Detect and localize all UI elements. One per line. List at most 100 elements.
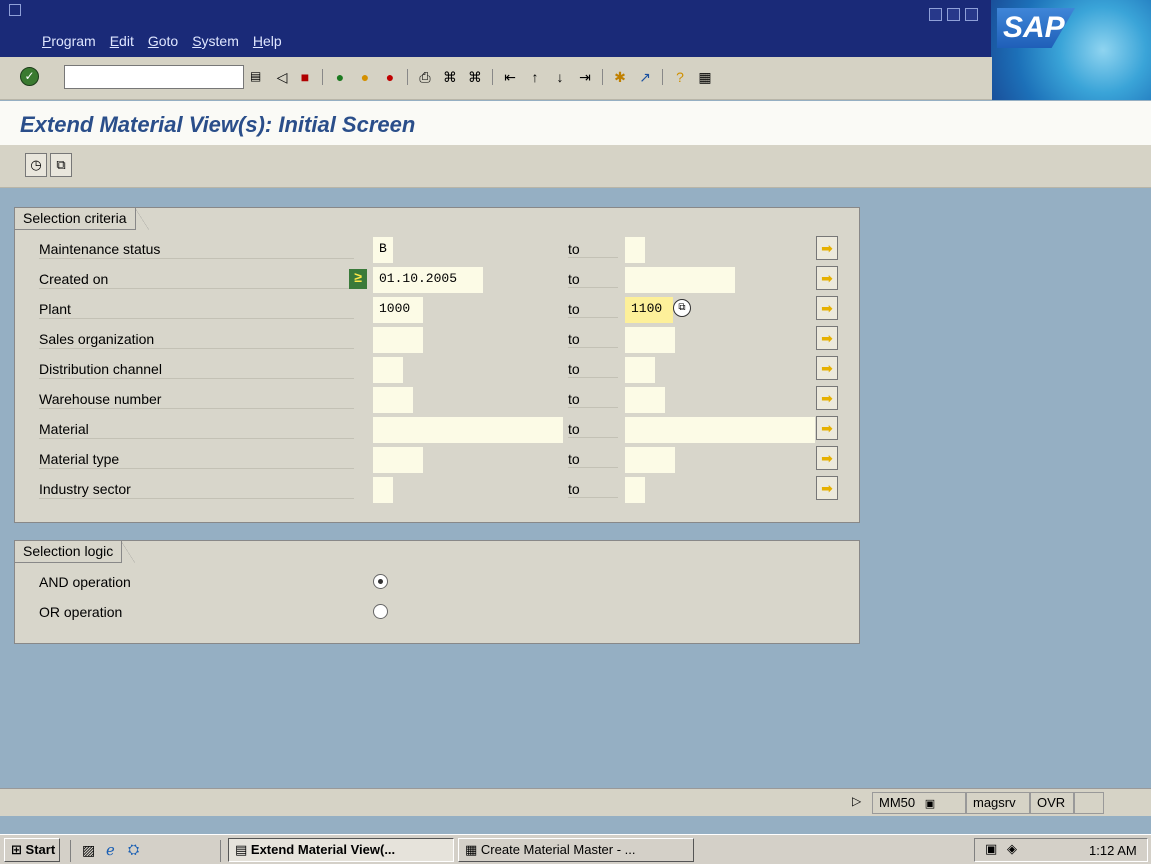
label-and-operation: AND operation (39, 574, 131, 590)
system-info-icon[interactable]: ▣ (925, 798, 935, 810)
multiple-selection-button[interactable]: ➡ (816, 416, 838, 440)
transaction-code: MM50 (879, 795, 916, 810)
clock-icon: ◷ (30, 157, 42, 172)
menu-help[interactable]: Help (253, 33, 282, 49)
industry-sector-low[interactable] (373, 477, 393, 503)
row-created-on: Created on ≥ 01.10.2005 to ➡ (33, 266, 853, 293)
arrow-left-icon[interactable]: ◁ (272, 67, 292, 87)
back-icon[interactable]: ● (330, 67, 350, 87)
find-next-icon[interactable]: ⌘ (465, 67, 485, 87)
industry-sector-high[interactable] (625, 477, 645, 503)
status-spare (1074, 792, 1104, 814)
menu-program[interactable]: Program (42, 33, 96, 49)
to-label: to (568, 241, 618, 258)
multiple-selection-button[interactable]: ➡ (816, 386, 838, 410)
selection-option-icon[interactable]: ≥ (349, 269, 367, 289)
enter-check-icon[interactable]: ✓ (20, 67, 39, 86)
label-or-operation: OR operation (39, 604, 123, 620)
command-field[interactable] (64, 65, 244, 89)
previous-page-icon[interactable]: ↑ (525, 67, 545, 87)
status-expand-icon[interactable]: ▷ (852, 794, 861, 808)
multiple-selection-button[interactable]: ➡ (816, 356, 838, 380)
start-button[interactable]: ⊞ Start (4, 838, 60, 862)
sales-organization-low[interactable] (373, 327, 423, 353)
warehouse-number-low[interactable] (373, 387, 413, 413)
to-label: to (568, 421, 618, 438)
windows-taskbar: ⊞ Start ▨ ℯ ⛭ ▤ Extend Material View(...… (0, 834, 1151, 864)
sales-organization-high[interactable] (625, 327, 675, 353)
maximize-button[interactable] (947, 8, 960, 21)
command-history-icon[interactable]: ▤ (250, 69, 264, 85)
network-icon[interactable]: ▣ (985, 841, 997, 857)
to-label: to (568, 451, 618, 468)
maintenance-status-low[interactable]: B (373, 237, 393, 263)
label-plant: Plant (39, 301, 354, 319)
label-warehouse-number: Warehouse number (39, 391, 354, 409)
clock: 1:12 AM (1089, 843, 1137, 858)
row-industry-sector: Industry sector to ➡ (33, 476, 853, 503)
distribution-channel-low[interactable] (373, 357, 403, 383)
execute-button[interactable]: ◷ (25, 153, 47, 177)
warehouse-number-high[interactable] (625, 387, 665, 413)
distribution-channel-high[interactable] (625, 357, 655, 383)
maintenance-status-high[interactable] (625, 237, 645, 263)
tray-shield-icon[interactable]: ◈ (1007, 841, 1017, 857)
multiple-selection-button[interactable]: ➡ (816, 446, 838, 470)
layout-menu-icon[interactable]: ▦ (695, 67, 715, 87)
label-material-type: Material type (39, 451, 354, 469)
system-menu-icon[interactable] (9, 4, 21, 16)
selection-criteria-title: Selection criteria (15, 208, 148, 230)
task-extend-material-view[interactable]: ▤ Extend Material View(... (228, 838, 454, 862)
row-distribution-channel: Distribution channel to ➡ (33, 356, 853, 383)
multiple-selection-button[interactable]: ➡ (816, 326, 838, 350)
title-area: Extend Material View(s): Initial Screen (0, 101, 1151, 145)
sap-logo: SAP (991, 0, 1151, 100)
new-session-icon[interactable]: ✱ (610, 67, 630, 87)
to-label: to (568, 271, 618, 288)
menu-edit[interactable]: Edit (110, 33, 134, 49)
get-variant-button[interactable]: ⧉ (50, 153, 72, 177)
label-material: Material (39, 421, 354, 439)
material-type-low[interactable] (373, 447, 423, 473)
value-help-icon[interactable]: ⧉ (673, 299, 691, 317)
selection-criteria-group: Selection criteria Maintenance status B … (14, 207, 860, 523)
first-page-icon[interactable]: ⇤ (500, 67, 520, 87)
created-on-high[interactable] (625, 267, 735, 293)
material-low[interactable] (373, 417, 563, 443)
created-on-low[interactable]: ≥ 01.10.2005 (349, 267, 483, 293)
multiple-selection-button[interactable]: ➡ (816, 296, 838, 320)
internet-explorer-icon[interactable]: ℯ (106, 841, 115, 859)
close-window-button[interactable] (965, 8, 978, 21)
page-title: Extend Material View(s): Initial Screen (20, 112, 416, 137)
multiple-selection-button[interactable]: ➡ (816, 266, 838, 290)
multiple-selection-button[interactable]: ➡ (816, 236, 838, 260)
menu-items: Program Edit Goto System Help (42, 33, 282, 49)
find-icon[interactable]: ⌘ (440, 67, 460, 87)
application-toolbar: ◷ ⧉ (0, 145, 1151, 188)
cancel-icon[interactable]: ● (380, 67, 400, 87)
plant-high[interactable]: 1100 (625, 297, 673, 323)
task-create-material-master[interactable]: ▦ Create Material Master - ... (458, 838, 694, 862)
label-created-on: Created on (39, 271, 354, 289)
or-operation-radio[interactable] (373, 604, 388, 619)
shortcut-icon[interactable]: ↗ (635, 67, 655, 87)
sap-logon-icon[interactable]: ⛭ (128, 841, 139, 858)
material-high[interactable] (625, 417, 815, 443)
plant-low[interactable]: 1000 (373, 297, 423, 323)
menu-system[interactable]: System (192, 33, 239, 49)
to-label: to (568, 481, 618, 498)
exit-icon[interactable]: ● (355, 67, 375, 87)
and-operation-radio[interactable] (373, 574, 388, 589)
minimize-button[interactable] (929, 8, 942, 21)
show-desktop-icon[interactable]: ▨ (82, 842, 95, 859)
next-page-icon[interactable]: ↓ (550, 67, 570, 87)
label-sales-organization: Sales organization (39, 331, 354, 349)
material-type-high[interactable] (625, 447, 675, 473)
menu-goto[interactable]: Goto (148, 33, 178, 49)
last-page-icon[interactable]: ⇥ (575, 67, 595, 87)
help-icon[interactable]: ? (670, 67, 690, 87)
to-label: to (568, 361, 618, 378)
save-icon[interactable]: ■ (295, 67, 315, 87)
print-icon[interactable]: ⎙ (415, 67, 435, 87)
multiple-selection-button[interactable]: ➡ (816, 476, 838, 500)
